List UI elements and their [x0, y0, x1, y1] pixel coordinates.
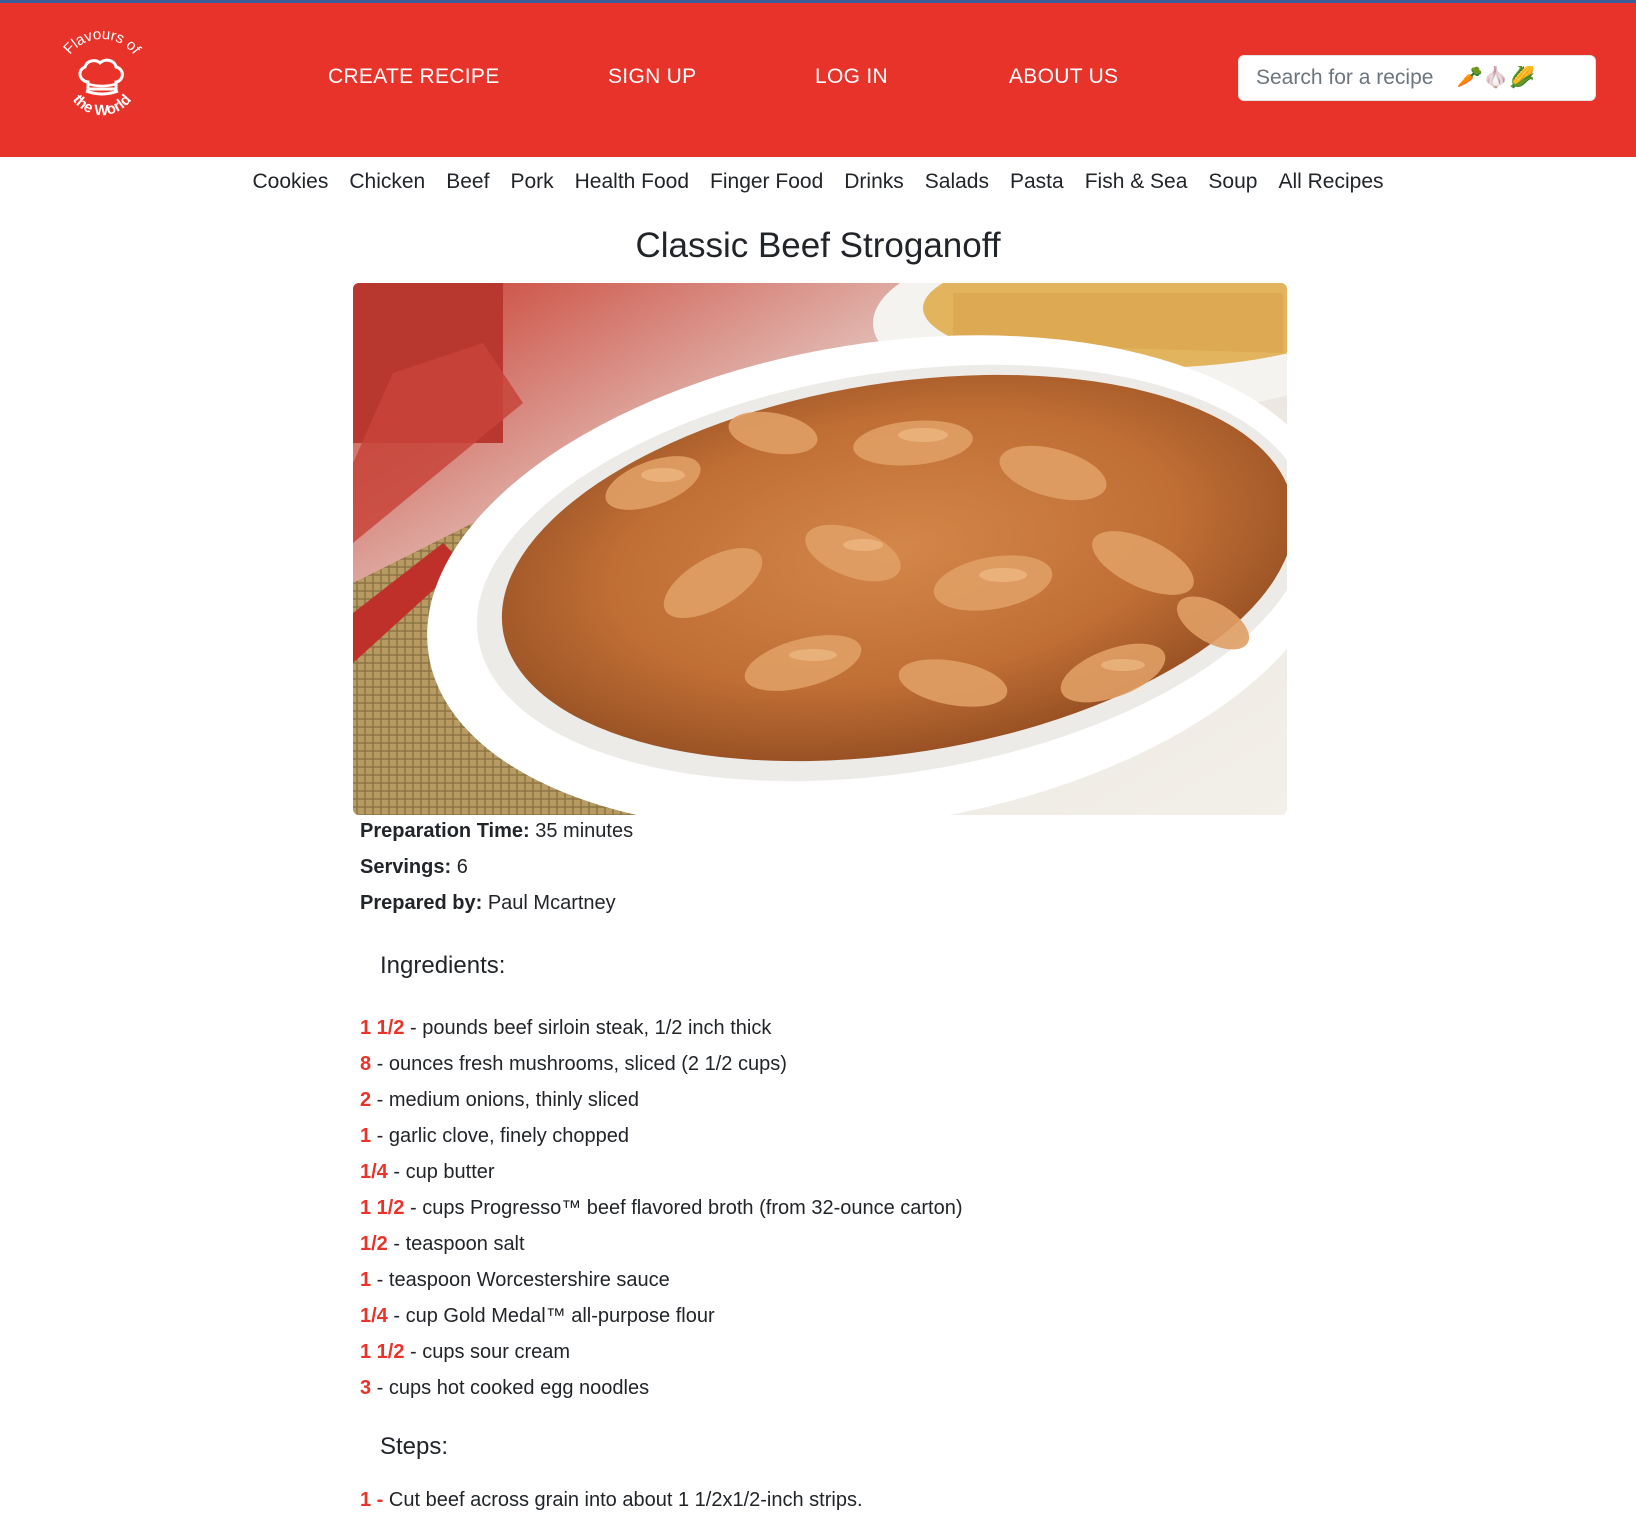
ingredient-qty: 8	[360, 1053, 372, 1075]
ingredient-qty: 1 1/2	[360, 1017, 405, 1039]
ingredient-qty: 1 1/2	[360, 1197, 405, 1219]
ingredient-qty: 3	[360, 1377, 372, 1399]
prepared-by-label: Prepared by:	[360, 892, 483, 914]
recipe-title: Classic Beef Stroganoff	[635, 226, 1001, 265]
category-beef[interactable]: Beef	[446, 170, 489, 194]
prepared-by-value: Paul Mcartney	[487, 892, 616, 914]
list-item: 8 - ounces fresh mushrooms, sliced (2 1/…	[360, 1046, 963, 1082]
prep-time: Preparation Time: 35 minutes	[360, 820, 633, 843]
list-item: 2 - medium onions, thinly sliced	[360, 1082, 963, 1118]
ingredients-list: 1 1/2 - pounds beef sirloin steak, 1/2 i…	[360, 1010, 963, 1406]
svg-text:Flavours of: Flavours of	[60, 27, 144, 58]
prep-time-value: 35 minutes	[535, 820, 634, 842]
ingredient-qty: 1/4	[360, 1305, 388, 1327]
prepared-by: Prepared by: Paul Mcartney	[360, 892, 616, 915]
ingredient-text: - pounds beef sirloin steak, 1/2 inch th…	[404, 1017, 772, 1039]
category-soup[interactable]: Soup	[1208, 170, 1257, 194]
ingredient-qty: 1/4	[360, 1161, 388, 1183]
search-box	[1238, 55, 1596, 101]
steps-list: 1 - Cut beef across grain into about 1 1…	[360, 1489, 863, 1512]
nav-sign-up[interactable]: SIGN UP	[608, 65, 696, 89]
servings-label: Servings:	[360, 856, 452, 878]
recipe-photo	[353, 283, 1287, 815]
ingredient-text: - cup Gold Medal™ all-purpose flour	[387, 1305, 715, 1327]
category-all-recipes[interactable]: All Recipes	[1278, 170, 1383, 194]
brand-logo[interactable]: Flavours of the World	[52, 26, 152, 127]
ingredient-qty: 1	[360, 1269, 372, 1291]
list-item: 1 1/2 - cups Progresso™ beef flavored br…	[360, 1190, 963, 1226]
list-item: 1/2 - teaspoon salt	[360, 1226, 963, 1262]
category-chicken[interactable]: Chicken	[349, 170, 425, 194]
search-input[interactable]	[1239, 56, 1595, 100]
ingredient-text: - cup butter	[387, 1161, 495, 1183]
ingredient-qty: 2	[360, 1089, 372, 1111]
list-item: 1 - garlic clove, finely chopped	[360, 1118, 963, 1154]
category-health-food[interactable]: Health Food	[575, 170, 689, 194]
list-item: 1 1/2 - cups sour cream	[360, 1334, 963, 1370]
category-fish-sea[interactable]: Fish & Sea	[1085, 170, 1188, 194]
list-item: 1 - teaspoon Worcestershire sauce	[360, 1262, 963, 1298]
ingredient-text: - cups Progresso™ beef flavored broth (f…	[404, 1197, 963, 1219]
step-text: Cut beef across grain into about 1 1/2x1…	[388, 1489, 863, 1511]
site-header: Flavours of the World CREATE RECIPE SIGN…	[0, 3, 1636, 157]
category-salads[interactable]: Salads	[925, 170, 989, 194]
ingredient-text: - ounces fresh mushrooms, sliced (2 1/2 …	[371, 1053, 787, 1075]
ingredient-qty: 1/2	[360, 1233, 388, 1255]
category-nav: Cookies Chicken Beef Pork Health Food Fi…	[0, 170, 1636, 194]
category-pasta[interactable]: Pasta	[1010, 170, 1064, 194]
prep-time-label: Preparation Time:	[360, 820, 530, 842]
list-item: 1/4 - cup butter	[360, 1154, 963, 1190]
category-drinks[interactable]: Drinks	[844, 170, 904, 194]
steps-heading: Steps:	[380, 1433, 449, 1460]
nav-about-us[interactable]: ABOUT US	[1009, 65, 1118, 89]
servings: Servings: 6	[360, 856, 468, 879]
list-item: 3 - cups hot cooked egg noodles	[360, 1370, 963, 1406]
list-item: 1 - Cut beef across grain into about 1 1…	[360, 1489, 863, 1512]
servings-value: 6	[456, 856, 468, 878]
nav-log-in[interactable]: LOG IN	[815, 65, 888, 89]
ingredient-qty: 1	[360, 1125, 372, 1147]
nav-create-recipe[interactable]: CREATE RECIPE	[328, 65, 500, 89]
ingredient-text: - teaspoon salt	[387, 1233, 525, 1255]
ingredient-text: - cups sour cream	[404, 1341, 571, 1363]
category-finger-food[interactable]: Finger Food	[710, 170, 823, 194]
category-cookies[interactable]: Cookies	[252, 170, 328, 194]
stroganoff-dish-image	[353, 283, 1287, 815]
ingredients-heading: Ingredients:	[380, 952, 506, 979]
ingredient-text: - medium onions, thinly sliced	[371, 1089, 640, 1111]
list-item: 1 1/2 - pounds beef sirloin steak, 1/2 i…	[360, 1010, 963, 1046]
category-pork[interactable]: Pork	[510, 170, 553, 194]
list-item: 1/4 - cup Gold Medal™ all-purpose flour	[360, 1298, 963, 1334]
ingredient-text: - teaspoon Worcestershire sauce	[371, 1269, 670, 1291]
step-number: 1 -	[360, 1489, 389, 1511]
ingredient-qty: 1 1/2	[360, 1341, 405, 1363]
ingredient-text: - cups hot cooked egg noodles	[371, 1377, 650, 1399]
ingredient-text: - garlic clove, finely chopped	[371, 1125, 630, 1147]
chef-hat-logo-icon: Flavours of the World	[60, 26, 144, 119]
